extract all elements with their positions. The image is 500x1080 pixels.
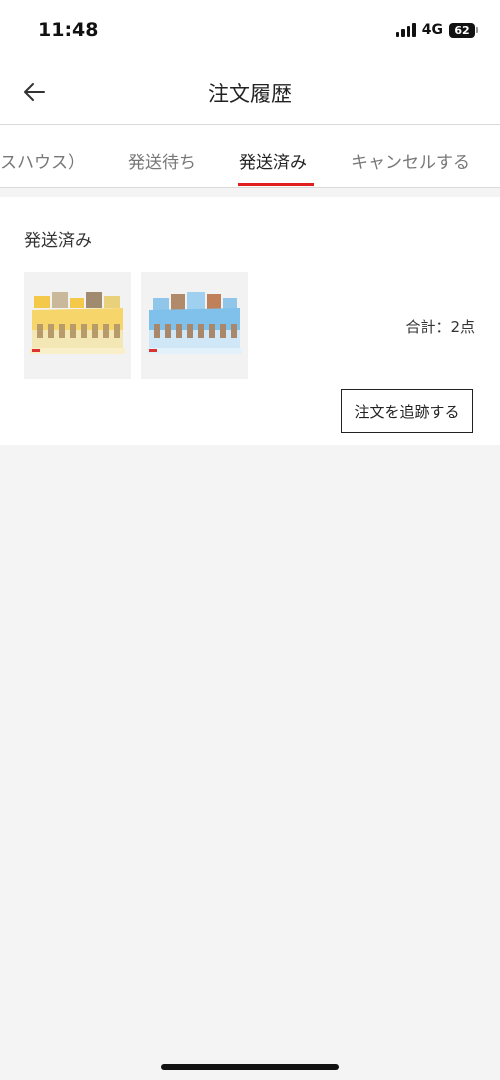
tab-awaiting-shipment[interactable]: 発送待ち (128, 148, 196, 173)
tab-cancelled[interactable]: キャンセルする (351, 148, 470, 173)
product-image-blue (147, 292, 242, 354)
order-status: 発送済み (24, 231, 92, 251)
nav-bar: 注文履歴 (0, 60, 500, 125)
track-order-button[interactable]: 注文を追跡する (341, 389, 473, 433)
status-indicators: 4G 62 (395, 20, 478, 40)
tab-shipped[interactable]: 発送済み (239, 148, 307, 173)
order-total: 合計：2点 (405, 318, 475, 336)
battery-level: 62 (449, 22, 475, 38)
status-bar: 11:48 4G 62 (0, 0, 500, 60)
order-card[interactable]: 発送済み 合計：2点 注文を追跡する (0, 197, 500, 445)
signal-icon (395, 23, 416, 37)
home-indicator (161, 1064, 339, 1070)
battery-icon: 62 (449, 22, 478, 38)
tab-partial[interactable]: スハウス） (0, 148, 85, 173)
status-time: 11:48 (38, 19, 99, 41)
network-type: 4G (421, 22, 443, 38)
active-tab-indicator (238, 183, 314, 186)
product-thumbnail-2[interactable] (141, 272, 248, 379)
order-tabs: スハウス） 発送待ち 発送済み キャンセルする (0, 125, 500, 188)
product-thumbnail-1[interactable] (24, 272, 131, 379)
product-image-yellow (30, 292, 125, 354)
page-title: 注文履歴 (208, 82, 292, 106)
